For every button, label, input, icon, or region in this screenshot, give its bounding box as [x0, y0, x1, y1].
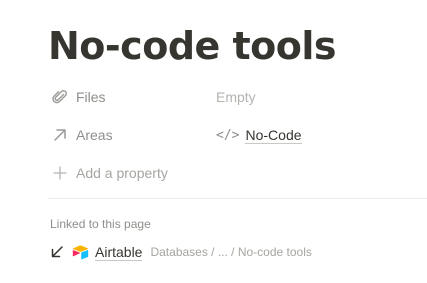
property-name-files[interactable]: Files [48, 82, 216, 112]
backlink-item[interactable]: Airtable Databases / ... / No-code tools [50, 240, 312, 264]
property-label-files: Files [76, 89, 106, 105]
property-label-areas: Areas [76, 127, 113, 143]
backlink-title[interactable]: Airtable [95, 244, 143, 261]
backlink-breadcrumb[interactable]: Databases / ... / No-code tools [150, 245, 311, 259]
page: No-code tools Files Empty Areas </> No-C… [0, 0, 427, 283]
property-row-files[interactable]: Files Empty [48, 82, 427, 112]
paperclip-icon [52, 89, 68, 105]
add-property-button[interactable]: Add a property [48, 158, 427, 188]
page-title[interactable]: No-code tools [48, 20, 337, 72]
add-property[interactable]: Add a property [48, 158, 168, 188]
airtable-logo [72, 244, 89, 260]
relation-link-no-code[interactable]: No-Code [245, 127, 302, 144]
property-name-areas[interactable]: Areas [48, 120, 216, 150]
divider [48, 198, 427, 199]
empty-value: Empty [216, 89, 256, 105]
plus-icon [52, 165, 68, 181]
linked-section-heading: Linked to this page [50, 217, 151, 231]
arrow-up-right-icon [52, 127, 68, 143]
property-row-areas[interactable]: Areas </> No-Code [48, 120, 427, 150]
property-value-files[interactable]: Empty [216, 82, 256, 112]
property-value-areas[interactable]: </> No-Code [216, 120, 302, 150]
arrow-down-left-icon [50, 245, 64, 259]
add-property-label: Add a property [76, 165, 168, 181]
code-icon: </> [216, 127, 240, 143]
